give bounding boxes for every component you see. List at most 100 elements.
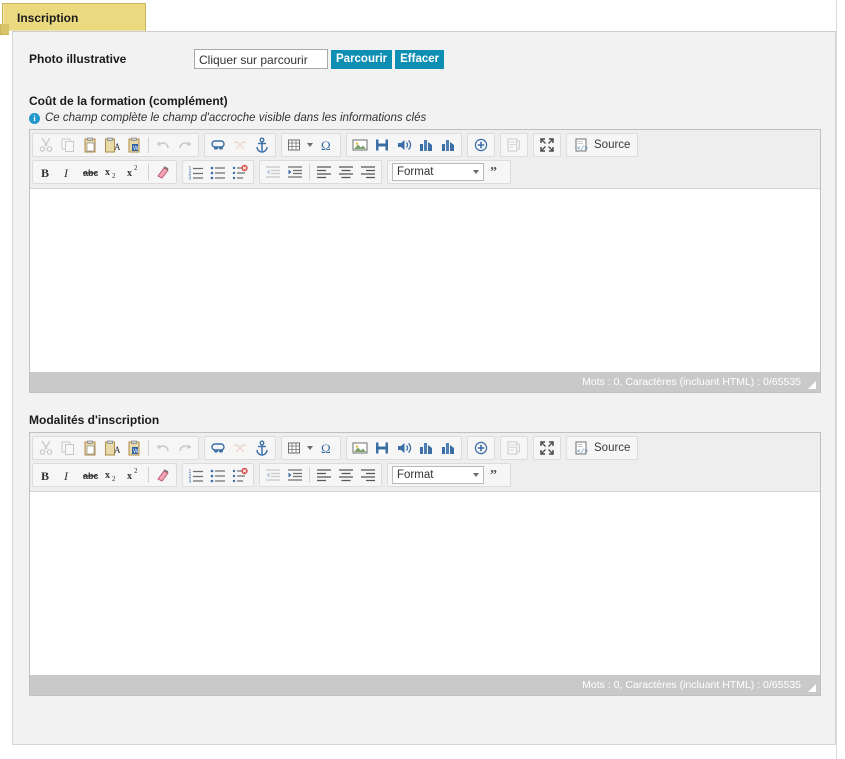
editor-resize-grip[interactable]: [808, 380, 816, 389]
bulleted-list-icon[interactable]: [208, 465, 228, 485]
editor-content-area-modalites[interactable]: [30, 492, 820, 675]
image-icon[interactable]: [350, 438, 370, 458]
format-select-label: Format: [397, 469, 434, 481]
template-icon: [504, 438, 524, 458]
source-button[interactable]: </> Source: [570, 135, 634, 155]
chevron-down-icon: [473, 473, 479, 477]
editor-status-text: Mots : 0, Caractères (incluant HTML) : 0…: [582, 679, 801, 691]
special-char-icon[interactable]: Ω: [317, 135, 337, 155]
svg-text:Ω: Ω: [321, 138, 331, 153]
blockquote-icon[interactable]: ”: [487, 162, 507, 182]
editor-content-area-cout[interactable]: [30, 189, 820, 372]
align-left-icon[interactable]: [314, 465, 334, 485]
tab-inscription[interactable]: Inscription: [2, 3, 146, 31]
video-icon[interactable]: [372, 438, 392, 458]
chevron-down-icon[interactable]: [307, 143, 313, 147]
toolbar-separator: [148, 137, 149, 153]
audio-icon[interactable]: [394, 438, 414, 458]
custom-list-icon[interactable]: [230, 465, 250, 485]
maximize-icon[interactable]: [537, 135, 557, 155]
chevron-down-icon[interactable]: [307, 446, 313, 450]
paste-text-icon[interactable]: A: [102, 135, 122, 155]
paste-icon[interactable]: [80, 438, 100, 458]
editor-status-bar-cout: Mots : 0, Caractères (incluant HTML) : 0…: [30, 372, 820, 392]
remove-format-icon[interactable]: [153, 465, 173, 485]
toolbar-group: Format ”: [387, 463, 511, 487]
italic-icon[interactable]: I: [58, 465, 78, 485]
toolbar-group: [500, 436, 528, 460]
subscript-icon[interactable]: x2: [102, 465, 122, 485]
chart-alt-icon[interactable]: [438, 438, 458, 458]
svg-text:3: 3: [189, 479, 192, 484]
source-button[interactable]: </> Source: [570, 438, 634, 458]
superscript-icon[interactable]: x2: [124, 162, 144, 182]
editor-resize-grip[interactable]: [808, 683, 816, 692]
format-select[interactable]: Format: [392, 163, 484, 181]
paste-word-icon[interactable]: W: [124, 438, 144, 458]
bold-icon[interactable]: B: [36, 465, 56, 485]
toolbar-group: AW: [32, 133, 199, 157]
numbered-list-icon[interactable]: 123: [186, 465, 206, 485]
strike-icon[interactable]: abc: [80, 162, 100, 182]
bold-icon[interactable]: B: [36, 162, 56, 182]
strike-icon[interactable]: abc: [80, 465, 100, 485]
blockquote-icon[interactable]: ”: [487, 465, 507, 485]
subscript-icon[interactable]: x2: [102, 162, 122, 182]
align-right-icon[interactable]: [358, 162, 378, 182]
info-icon: i: [29, 112, 40, 124]
toolbar-row-1: A W Ω </> Source: [32, 436, 818, 460]
align-center-icon[interactable]: [336, 465, 356, 485]
form-panel: Photo illustrative Cliquer sur parcourir…: [12, 31, 836, 745]
paste-icon[interactable]: [80, 135, 100, 155]
anchor-icon[interactable]: [252, 438, 272, 458]
toolbar-group: </> Source: [566, 436, 639, 460]
section-modalites-inscription: Modalités d'inscription A W Ω </> Source BIa…: [29, 413, 821, 696]
audio-icon[interactable]: [394, 135, 414, 155]
toolbar-separator: [309, 164, 310, 180]
numbered-list-icon[interactable]: 123: [186, 162, 206, 182]
chart-alt-icon[interactable]: [438, 135, 458, 155]
remove-format-icon[interactable]: [153, 162, 173, 182]
maximize-icon[interactable]: [537, 438, 557, 458]
clear-button[interactable]: Effacer: [395, 49, 445, 69]
toolbar-group: [346, 436, 462, 460]
align-center-icon[interactable]: [336, 162, 356, 182]
indent-icon[interactable]: [285, 162, 305, 182]
table-icon[interactable]: [285, 135, 305, 155]
photo-file-input[interactable]: Cliquer sur parcourir: [194, 49, 328, 69]
italic-icon[interactable]: I: [58, 162, 78, 182]
svg-text:</>: </>: [577, 448, 588, 455]
svg-text:W: W: [133, 146, 139, 152]
chart-icon[interactable]: [416, 438, 436, 458]
bulleted-list-icon[interactable]: [208, 162, 228, 182]
format-select[interactable]: Format: [392, 466, 484, 484]
cut-icon: [36, 438, 56, 458]
chart-icon[interactable]: [416, 135, 436, 155]
browse-button[interactable]: Parcourir: [331, 49, 393, 69]
align-left-icon[interactable]: [314, 162, 334, 182]
table-icon[interactable]: [285, 438, 305, 458]
link-icon[interactable]: [208, 135, 228, 155]
superscript-icon[interactable]: x2: [124, 465, 144, 485]
editor-status-bar-modalites: Mots : 0, Caractères (incluant HTML) : 0…: [30, 675, 820, 695]
special-char-icon[interactable]: Ω: [317, 438, 337, 458]
link-icon[interactable]: [208, 438, 228, 458]
toolbar-group: [500, 133, 528, 157]
anchor-icon[interactable]: [252, 135, 272, 155]
paste-word-icon[interactable]: W: [124, 135, 144, 155]
source-label: Source: [594, 139, 631, 151]
paste-text-icon[interactable]: A: [102, 438, 122, 458]
svg-text:x: x: [127, 168, 132, 179]
video-icon[interactable]: [372, 135, 392, 155]
unlink-icon: [230, 135, 250, 155]
image-icon[interactable]: [350, 135, 370, 155]
svg-text:I: I: [63, 469, 69, 483]
tab-strip: Inscription: [0, 0, 836, 35]
toolbar-group: [346, 133, 462, 157]
insert-plus-icon[interactable]: [471, 135, 491, 155]
insert-plus-icon[interactable]: [471, 438, 491, 458]
indent-icon[interactable]: [285, 465, 305, 485]
cut-icon: [36, 135, 56, 155]
align-right-icon[interactable]: [358, 465, 378, 485]
custom-list-icon[interactable]: [230, 162, 250, 182]
